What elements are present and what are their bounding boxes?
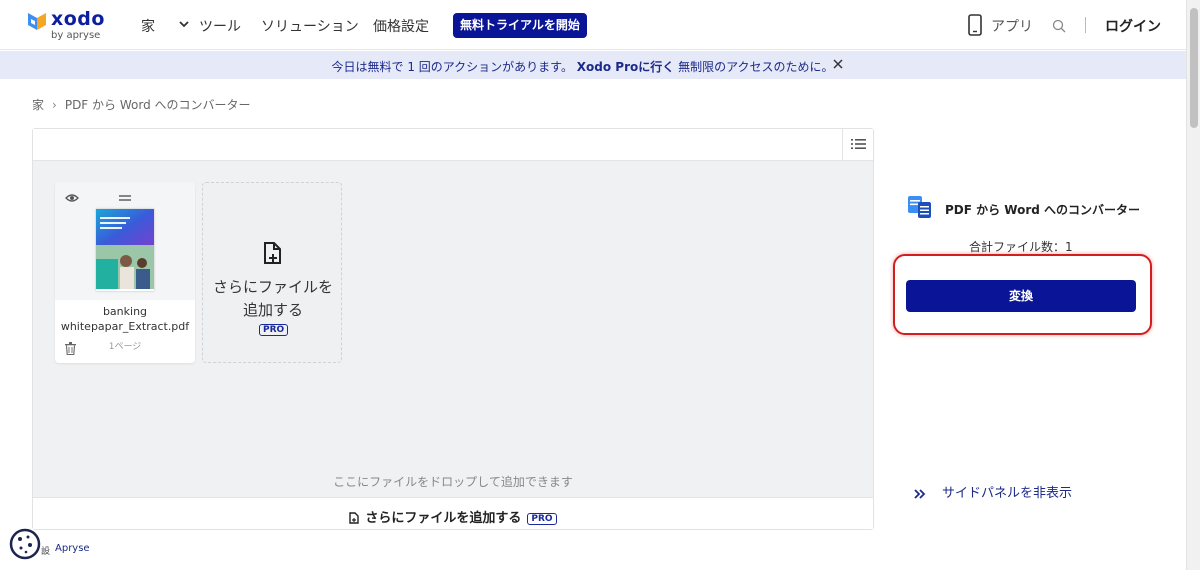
- thumbnail-image: [96, 209, 154, 289]
- nav-pricing[interactable]: 価格設定: [373, 16, 429, 36]
- nav-tools[interactable]: ツール: [199, 16, 241, 36]
- convert-button[interactable]: 変換: [906, 280, 1136, 312]
- double-chevron-right-icon: [914, 489, 926, 499]
- drag-handle-icon[interactable]: [119, 195, 131, 201]
- banner-message: 今日は無料で 1 回のアクションがあります。 Xodo Proに行く 無制限のア…: [0, 58, 1165, 75]
- file-name-line2: whitepapar_Extract.pdf: [60, 320, 190, 333]
- workspace-footer: さらにファイルを追加する PRO: [33, 497, 873, 529]
- banner-text-before: 今日は無料で 1 回のアクションがあります。: [331, 60, 573, 74]
- pro-badge: PRO: [259, 324, 289, 336]
- logo-subtitle: by apryse: [51, 30, 101, 41]
- page-scrollbar[interactable]: [1186, 0, 1200, 570]
- banner-text-after: 無制限のアクセスのために。: [674, 60, 834, 74]
- file-name: banking whitepapar_Extract.pdf: [55, 304, 195, 334]
- list-view-button[interactable]: [842, 129, 873, 161]
- cookie-settings-icon[interactable]: [9, 528, 41, 560]
- breadcrumb-home[interactable]: 家: [32, 98, 44, 112]
- scrollbar-thumb[interactable]: [1190, 8, 1198, 128]
- file-card[interactable]: banking whitepapar_Extract.pdf 1ページ: [55, 182, 195, 363]
- cookie-label: 設: [41, 547, 51, 557]
- file-name-line1: banking: [102, 305, 148, 318]
- close-icon[interactable]: [832, 58, 844, 70]
- logo-wordmark: xodo: [51, 8, 105, 30]
- converter-title: PDF から Word へのコンバーター: [945, 203, 1141, 217]
- add-more-line1: さらにファイルを: [212, 278, 333, 296]
- top-header: xodo by apryse 家 ツール ソリューション 価格設定 無料トライア…: [0, 0, 1186, 50]
- login-link[interactable]: ログイン: [1105, 16, 1161, 36]
- add-more-files-card[interactable]: さらにファイルを 追加する PRO: [202, 182, 342, 363]
- file-thumbnail-area: [55, 182, 195, 300]
- pro-badge: PRO: [527, 513, 557, 525]
- chevron-down-icon[interactable]: [178, 18, 190, 30]
- pdf-page-thumbnail: [96, 209, 154, 291]
- total-file-count: 合計ファイル数：1: [969, 240, 1073, 254]
- hide-side-panel-label: サイドパネルを非表示: [942, 486, 1073, 501]
- breadcrumb-separator: ›: [52, 98, 57, 112]
- hide-side-panel-button[interactable]: サイドパネルを非表示: [914, 482, 1072, 501]
- add-more-files-text: さらにファイルを追加する: [365, 511, 522, 526]
- nav-solutions[interactable]: ソリューション: [261, 16, 359, 36]
- breadcrumb: 家 › PDF から Word へのコンバーター: [32, 96, 251, 113]
- phone-icon[interactable]: [968, 14, 982, 36]
- nav-apps[interactable]: アプリ: [991, 16, 1033, 36]
- xodo-logo-icon: [28, 13, 46, 30]
- start-free-trial-button[interactable]: 無料トライアルを開始: [453, 13, 587, 38]
- apryse-link[interactable]: Apryse: [55, 543, 90, 554]
- eye-icon[interactable]: [65, 193, 79, 203]
- xodo-logo[interactable]: xodo by apryse: [26, 8, 106, 42]
- page-count: 1ページ: [108, 342, 142, 352]
- drop-hint: ここにファイルをドロップして追加できます: [333, 475, 573, 489]
- add-more-line2: 追加する: [242, 301, 303, 319]
- nav-home[interactable]: 家: [141, 16, 155, 36]
- header-divider: [1085, 17, 1086, 33]
- file-workspace: banking whitepapar_Extract.pdf 1ページ さらにフ…: [32, 128, 874, 530]
- search-icon[interactable]: [1052, 19, 1066, 33]
- add-more-files-button[interactable]: さらにファイルを追加する PRO: [33, 507, 873, 526]
- pdf-to-word-icon: [908, 196, 931, 218]
- breadcrumb-current: PDF から Word へのコンバーター: [64, 98, 251, 112]
- add-file-icon: [349, 512, 360, 524]
- add-more-files-label: さらにファイルを 追加する: [203, 276, 343, 322]
- list-view-icon: [851, 139, 866, 149]
- add-file-icon: [264, 242, 281, 264]
- xodo-pro-link[interactable]: Xodo Proに行く: [577, 60, 674, 74]
- promo-banner: 今日は無料で 1 回のアクションがあります。 Xodo Proに行く 無制限のア…: [0, 51, 1186, 79]
- workspace-toolbar: [33, 129, 873, 161]
